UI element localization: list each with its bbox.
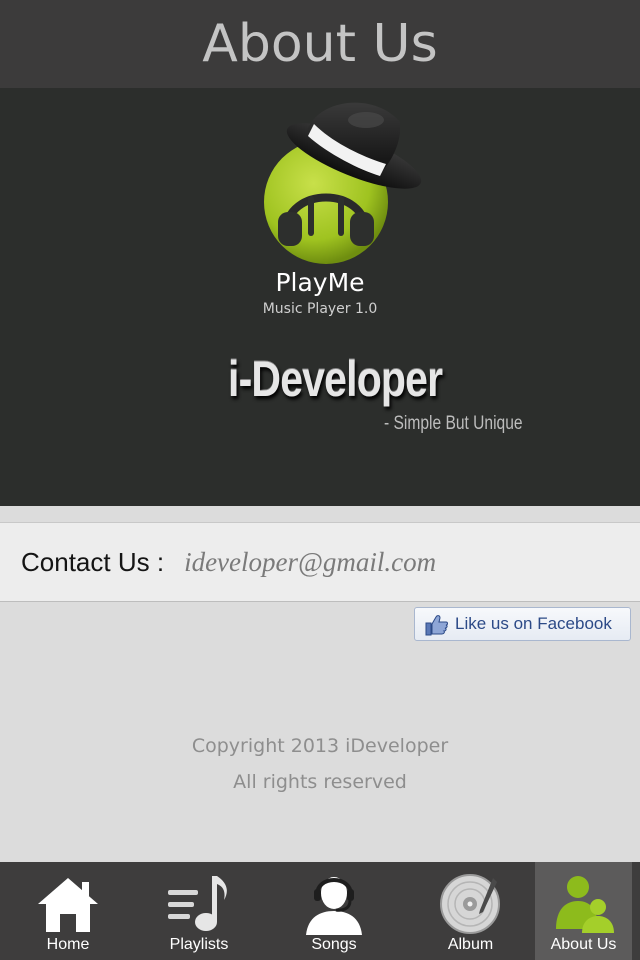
developer-logo-text: i-Developer <box>228 351 443 407</box>
app-version: Music Player 1.0 <box>262 301 378 317</box>
facebook-like-button[interactable]: Like us on Facebook <box>414 607 631 641</box>
developer-tagline: - Simple But Unique <box>384 413 523 434</box>
about-banner: PlayMe Music Player 1.0 i-Developer - Si… <box>0 88 640 506</box>
tab-playlists-label: Playlists <box>169 936 229 953</box>
vinyl-disc-icon <box>439 874 500 934</box>
contact-email-link[interactable]: ideveloper@gmail.com <box>184 547 436 578</box>
tab-songs-label: Songs <box>311 936 357 953</box>
playlist-icon <box>168 876 227 931</box>
copyright-line-1: Copyright 2013 iDeveloper <box>191 735 449 757</box>
header-bar: About Us <box>0 0 640 88</box>
thumbs-up-icon <box>425 615 448 636</box>
tab-about-us-label: About Us <box>550 936 617 953</box>
app-name: PlayMe <box>275 268 365 297</box>
tab-home[interactable]: Home <box>0 862 136 960</box>
users-icon <box>555 876 614 933</box>
contact-label: Contact Us : <box>21 546 165 577</box>
tab-playlists[interactable]: Playlists <box>136 862 262 960</box>
tab-bar: Home Playlists Songs Album About Us <box>0 862 640 960</box>
contact-row: Contact Us : ideveloper@gmail.com <box>0 522 640 602</box>
tab-songs[interactable]: Songs <box>262 862 406 960</box>
tab-album[interactable]: Album <box>406 862 535 960</box>
facebook-like-label: Like us on Facebook <box>455 614 612 633</box>
page-title: About Us <box>202 14 438 74</box>
home-icon <box>38 878 98 932</box>
playme-logo-icon <box>264 102 422 264</box>
tab-album-label: Album <box>447 936 494 953</box>
copyright-line-2: All rights reserved <box>233 771 407 793</box>
headset-user-icon <box>306 877 362 935</box>
tab-home-label: Home <box>46 936 90 953</box>
tab-about-us[interactable]: About Us <box>535 862 632 960</box>
